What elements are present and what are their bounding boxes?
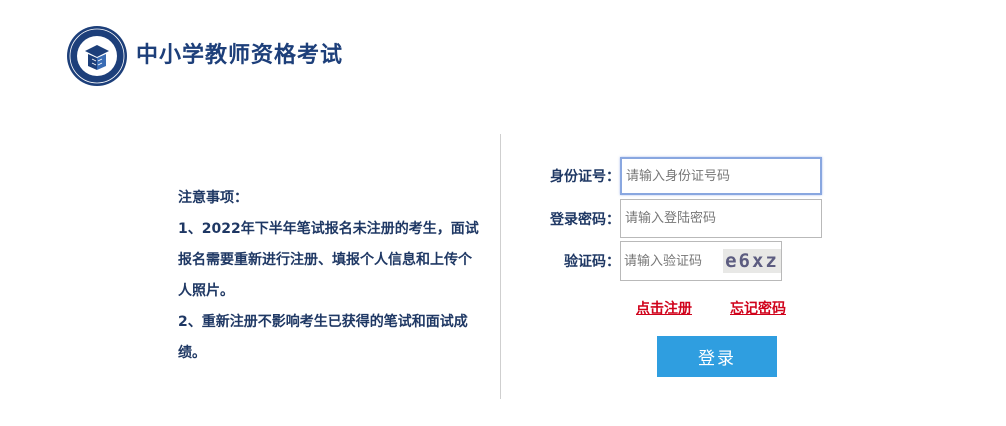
captcha-label: 验证码： bbox=[564, 254, 620, 270]
notice-item: 1、2022年下半年笔试报名未注册的考生，面试报名需要重新进行注册、填报个人信息… bbox=[178, 221, 479, 299]
password-input[interactable] bbox=[620, 199, 822, 238]
password-label: 登录密码： bbox=[550, 211, 620, 228]
auth-links: 点击注册 忘记密码 bbox=[636, 298, 786, 318]
register-link[interactable]: 点击注册 bbox=[636, 298, 692, 318]
captcha-text: e6xz bbox=[725, 249, 779, 272]
notice-item: 2、重新注册不影响考生已获得的笔试和面试成绩。 bbox=[178, 314, 468, 361]
captcha-box: e6xz bbox=[620, 241, 782, 281]
vertical-divider bbox=[500, 134, 501, 399]
teacher-certification-seal-icon bbox=[67, 26, 127, 86]
notice-heading: 注意事项： bbox=[178, 190, 248, 206]
id-number-row: 身份证号： bbox=[538, 157, 822, 195]
password-row: 登录密码： bbox=[538, 199, 822, 238]
forgot-password-link[interactable]: 忘记密码 bbox=[730, 298, 786, 318]
login-button[interactable]: 登录 bbox=[657, 336, 777, 377]
notice-panel: 注意事项： 1、2022年下半年笔试报名未注册的考生，面试报名需要重新进行注册、… bbox=[178, 183, 483, 369]
site-title: 中小学教师资格考试 bbox=[136, 43, 344, 68]
captcha-input[interactable] bbox=[621, 243, 719, 279]
captcha-image[interactable]: e6xz bbox=[723, 249, 781, 273]
id-number-label: 身份证号： bbox=[550, 169, 620, 185]
captcha-row: 验证码： e6xz bbox=[538, 241, 782, 281]
id-number-input[interactable] bbox=[620, 157, 822, 195]
site-header: 中小学教师资格考试 bbox=[66, 24, 343, 88]
